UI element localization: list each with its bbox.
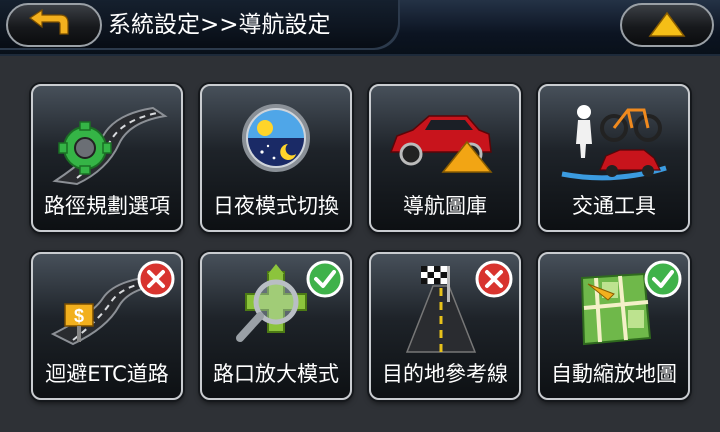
scroll-up-button[interactable] — [620, 3, 714, 47]
disabled-cross-icon — [475, 260, 513, 298]
header-bar: 系統設定>>導航設定 — [0, 0, 720, 56]
enabled-check-icon — [306, 260, 344, 298]
day-night-icon — [242, 104, 310, 172]
tile-label: 迴避ETC道路 — [45, 362, 169, 386]
back-button[interactable] — [6, 3, 102, 47]
tile-label: 日夜模式切換 — [213, 194, 339, 218]
tile-label: 路徑規劃選項 — [44, 194, 170, 218]
tile-route-options[interactable]: 路徑規劃選項 — [31, 84, 183, 232]
header-divider — [0, 54, 720, 56]
disabled-cross-icon — [137, 260, 175, 298]
vehicles-icon — [561, 105, 667, 181]
tile-junction-zoom[interactable]: 路口放大模式 — [200, 252, 352, 400]
tile-destination-line[interactable]: 目的地參考線 — [369, 252, 521, 400]
tile-label: 交通工具 — [572, 194, 656, 218]
tile-auto-zoom-map[interactable]: 自動縮放地圖 — [538, 252, 690, 400]
tile-avoid-etc[interactable]: $ 迴避ETC道路 — [31, 252, 183, 400]
up-triangle-icon — [648, 11, 686, 37]
enabled-check-icon — [644, 260, 682, 298]
svg-text:$: $ — [74, 306, 84, 326]
tile-label: 導航圖庫 — [403, 194, 487, 218]
tile-vehicles[interactable]: 交通工具 — [538, 84, 690, 232]
tile-nav-gallery[interactable]: 導航圖庫 — [369, 84, 521, 232]
route-gear-icon — [52, 106, 168, 186]
car-arrow-icon — [389, 115, 493, 173]
tile-label: 自動縮放地圖 — [551, 362, 677, 386]
back-arrow-icon — [28, 8, 69, 35]
page-title: 系統設定>>導航設定 — [108, 12, 331, 38]
tile-day-night[interactable]: 日夜模式切換 — [200, 84, 352, 232]
tile-label: 路口放大模式 — [213, 362, 339, 386]
tile-label: 目的地參考線 — [382, 362, 508, 386]
